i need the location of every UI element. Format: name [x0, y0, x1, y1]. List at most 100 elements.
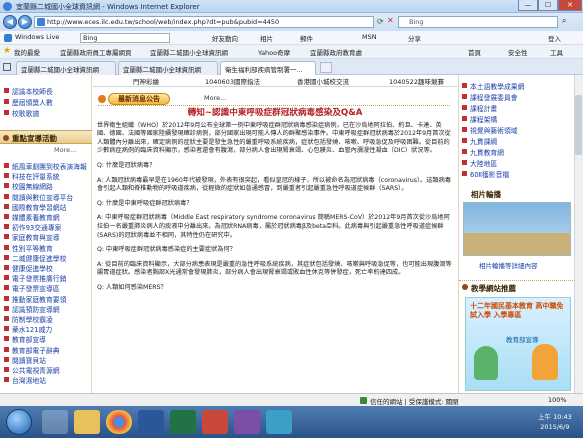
photo-title[interactable]: 1040603國際指法: [205, 76, 260, 86]
close-button[interactable]: ✕: [558, 0, 582, 11]
right-link[interactable]: 課程計畫: [470, 103, 497, 113]
app-taskbar-icon[interactable]: [266, 410, 292, 434]
bullet-icon: [4, 244, 9, 250]
left-link[interactable]: 防制學校霸凌: [12, 314, 53, 324]
search-input[interactable]: Bing: [398, 16, 558, 28]
bullet-icon: [462, 83, 467, 88]
favorite-item-gov[interactable]: 宜蘭縣政府員工專屬網頁: [60, 47, 132, 57]
left-link[interactable]: 台灣濕地站: [12, 375, 46, 385]
right-link[interactable]: 課程架構: [470, 114, 497, 124]
left-link[interactable]: 健康促進學校: [12, 263, 53, 273]
left-link[interactable]: 性別平等教育: [12, 243, 53, 253]
left-link[interactable]: 校歌歌譜: [12, 108, 39, 118]
article-paragraph: A: 從目前的臨床資料顯示，大部分病患表現是嚴重的急性呼吸系統疾病，其症狀包括發…: [97, 260, 452, 277]
article-title: 轉知~認識中東呼吸症群冠狀病毒感染及Q&A: [187, 108, 363, 118]
signin-link[interactable]: 登入: [548, 33, 561, 43]
maximize-button[interactable]: ☐: [538, 0, 558, 11]
left-link[interactable]: 科技在評量系統: [12, 171, 60, 181]
app-taskbar-icon[interactable]: [234, 410, 260, 434]
minimize-button[interactable]: —: [518, 0, 538, 11]
word-taskbar-icon[interactable]: [138, 410, 164, 434]
toolbar-item-msn[interactable]: MSN: [362, 33, 377, 41]
left-link[interactable]: 教育部宣導: [12, 334, 46, 344]
toolbar-item-mail[interactable]: 郵件: [300, 33, 313, 43]
right-link[interactable]: 視覺與藝術領域: [470, 125, 518, 135]
news-more-link[interactable]: More...: [204, 94, 226, 102]
right-link[interactable]: 60Ⅱ獲影音檔: [470, 169, 509, 179]
left-link[interactable]: 教育部電子辭典: [12, 345, 60, 355]
promo-banner[interactable]: 十二年國民基本教育 高中職免試入學 入學專區 教育部宣導: [465, 297, 571, 391]
search-icon[interactable]: ⌕: [562, 16, 566, 26]
toolbar-item-share[interactable]: 分享: [408, 33, 421, 43]
recommend-header: 教學網站推薦: [459, 280, 574, 293]
left-link[interactable]: 國際教育學習網站: [12, 202, 66, 212]
favorite-item-edu[interactable]: 宜蘭縣政府教育處: [310, 47, 362, 57]
left-link[interactable]: 媒體素養教育網: [12, 212, 60, 222]
promo-text: 十二年國民基本教育 高中職免試入學 入學專區: [470, 302, 564, 319]
right-link[interactable]: 大陸地區: [470, 158, 497, 168]
left-link[interactable]: 認識預防宣導網: [12, 304, 60, 314]
toolbar-item-friends[interactable]: 好友動向: [212, 33, 238, 43]
stop-icon[interactable]: ✕: [387, 16, 394, 25]
left-link[interactable]: 初作93交通專案: [12, 222, 61, 232]
left-link[interactable]: 歷屆頒獎人數: [12, 97, 53, 107]
left-link[interactable]: 校園無線網路: [12, 181, 53, 191]
photo-title[interactable]: 門神彩繪: [133, 76, 159, 86]
scrollbar-thumb[interactable]: [575, 95, 582, 155]
photo-carousel-image[interactable]: [463, 202, 571, 256]
safety-menu[interactable]: 安全性: [508, 47, 528, 57]
favorite-item-yahoo[interactable]: Yahoo奇摩: [258, 47, 290, 57]
tab-cdc[interactable]: 衛生福利部疾病管制署一...: [220, 61, 316, 75]
ie-logo-icon: [3, 2, 12, 11]
favorites-label[interactable]: 我的最愛: [14, 47, 40, 57]
tab-school-2[interactable]: 宜蘭縣二城國小全球資訊網: [118, 61, 218, 75]
right-link[interactable]: 本土語教學成果網: [470, 81, 524, 91]
tools-menu[interactable]: 工具: [550, 47, 563, 57]
section-header: 重點宣導活動: [0, 130, 92, 144]
start-button[interactable]: [6, 409, 32, 435]
back-button[interactable]: ◀: [3, 15, 17, 29]
chrome-taskbar-icon[interactable]: [106, 410, 132, 434]
left-link[interactable]: 藥水121威力: [12, 324, 52, 334]
left-link[interactable]: 電子發票宣導區: [12, 283, 60, 293]
app-taskbar-icon[interactable]: [202, 410, 228, 434]
forward-button[interactable]: ▶: [18, 15, 32, 29]
left-link[interactable]: 家庭教育與宣導: [12, 232, 60, 242]
left-link[interactable]: 認識本校師長: [12, 86, 53, 96]
article-paragraphs: 世界衛生組織（WHO）於2012年9月公布全球第一例中東呼吸症群冠狀病毒感染症病…: [97, 122, 453, 293]
photo-title[interactable]: 香港國小城校交流: [297, 76, 349, 86]
right-link[interactable]: 九貫教育網: [470, 147, 504, 157]
page-icon: [37, 18, 45, 26]
tab-school-1[interactable]: 宜蘭縣二城國小全球資訊網: [16, 61, 116, 75]
windows-live-label[interactable]: Windows Live: [15, 33, 59, 41]
excel-taskbar-icon[interactable]: [170, 410, 196, 434]
bullet-icon: [4, 275, 9, 281]
right-link[interactable]: 課程發展委員會: [470, 92, 518, 102]
new-tab-button[interactable]: [320, 62, 332, 73]
left-link[interactable]: 紙風車劇團到校表演海報: [12, 161, 87, 171]
tab-grid-icon[interactable]: [3, 63, 11, 71]
favorites-star-icon[interactable]: ★: [3, 46, 11, 56]
more-link[interactable]: More...: [54, 146, 76, 154]
ie-taskbar-icon[interactable]: [42, 410, 68, 434]
left-link[interactable]: 閱讀寶貝站: [12, 355, 46, 365]
photo-caption-link[interactable]: 相片輪播等詳細內容: [479, 260, 538, 270]
left-link[interactable]: 推動家庭教育要領: [12, 294, 66, 304]
right-link[interactable]: 九貫課綱: [470, 136, 497, 146]
refresh-icon[interactable]: ⟳: [377, 17, 384, 26]
taskbar-clock[interactable]: 上午 10:43 2015/6/9: [538, 412, 572, 432]
live-search-box[interactable]: Bing: [80, 33, 170, 43]
address-input[interactable]: http://www.eces.ilc.edu.tw/school/web/in…: [34, 16, 374, 28]
favorite-item-school[interactable]: 宜蘭縣二城國小全球資訊網: [150, 47, 228, 57]
toolbar-item-photos[interactable]: 相片: [260, 33, 273, 43]
explorer-taskbar-icon[interactable]: [74, 410, 100, 434]
left-link[interactable]: 閱讀與數位宣導平台: [12, 192, 73, 202]
zoom-level[interactable]: 100%: [548, 396, 567, 404]
article-paragraph: Q: 人類如何感染MERS？: [97, 283, 167, 291]
home-menu[interactable]: 首頁: [468, 47, 481, 57]
left-link[interactable]: 電子發票推廣行銷: [12, 273, 66, 283]
left-link[interactable]: 二城健康促進學校: [12, 253, 66, 263]
left-link[interactable]: 公共電視青源網: [12, 365, 60, 375]
photo-title[interactable]: 1040522趣味競賽: [389, 76, 444, 86]
news-tab-button[interactable]: 最新消息公告: [108, 93, 170, 105]
